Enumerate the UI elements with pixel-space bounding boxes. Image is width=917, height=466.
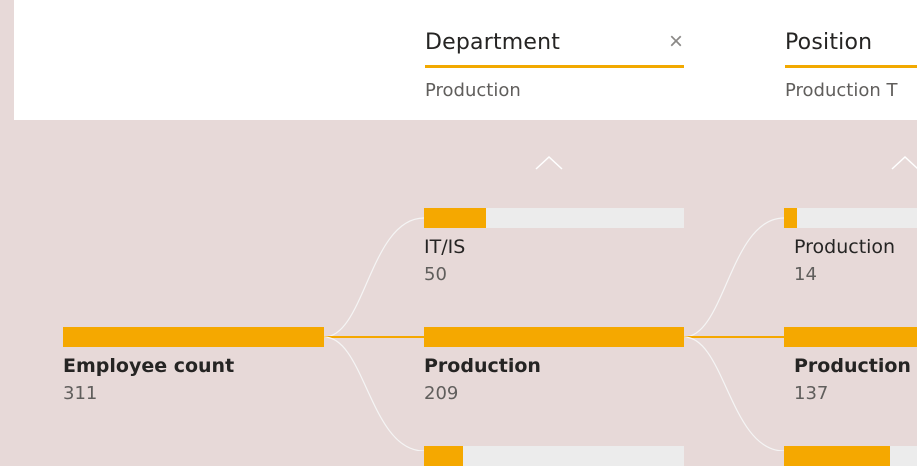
- dept-node-production-bar[interactable]: [424, 327, 684, 347]
- root-value: 311: [63, 383, 98, 404]
- root-bar-fill: [63, 327, 324, 347]
- dept-node-production-value: 209: [424, 383, 459, 404]
- dept-node-itis-fill: [424, 208, 487, 228]
- pos-node-2-fill: [784, 327, 917, 347]
- dept-node-third-bar[interactable]: [424, 446, 684, 466]
- dept-node-itis-bar[interactable]: [424, 208, 684, 228]
- connector-prod-pos1: [683, 217, 785, 338]
- pos-node-2-label: Production: [794, 355, 911, 377]
- pos-node-3-fill: [784, 446, 891, 466]
- dept-node-itis-value: 50: [424, 264, 447, 285]
- dept-node-production-label: Production: [424, 355, 541, 377]
- connector-prod-pos3: [683, 336, 785, 451]
- dept-node-itis-label: IT/IS: [424, 236, 466, 258]
- pos-node-1-value: 14: [794, 264, 817, 285]
- pos-node-2-bar[interactable]: [784, 327, 917, 347]
- connector-root-itis: [323, 217, 425, 338]
- pos-node-1-fill: [784, 208, 798, 228]
- pos-node-1-label: Production: [794, 236, 896, 258]
- pos-node-2-value: 137: [794, 383, 829, 404]
- root-bar[interactable]: [63, 327, 324, 347]
- dept-node-third-fill: [424, 446, 463, 466]
- pos-node-3-bar[interactable]: [784, 446, 917, 466]
- connector-root-other: [323, 336, 425, 451]
- dept-node-production-fill: [424, 327, 684, 347]
- root-label: Employee count: [63, 355, 235, 377]
- pos-node-1-bar[interactable]: [784, 208, 917, 228]
